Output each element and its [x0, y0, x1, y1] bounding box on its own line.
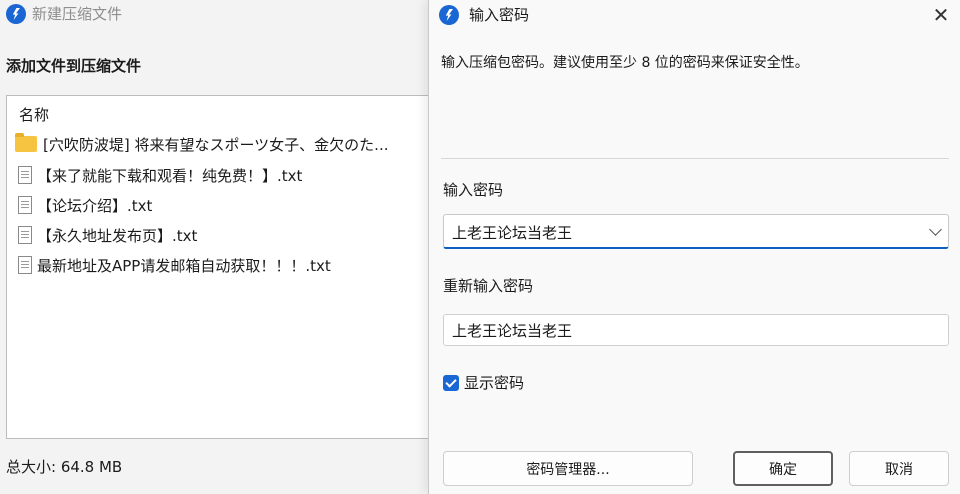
text-file-icon — [18, 256, 32, 274]
password-label: 输入密码 — [443, 181, 504, 199]
show-password-option[interactable]: 显示密码 — [443, 372, 524, 393]
show-password-checkbox[interactable] — [443, 374, 459, 391]
info-text: 输入压缩包密码。建议使用至少 8 位的密码来保证安全性。 — [441, 55, 809, 71]
file-name: 【永久地址发布页】.txt — [37, 226, 198, 245]
text-file-icon — [18, 166, 32, 184]
list-item[interactable]: 【论坛介绍】.txt — [15, 192, 429, 218]
password-dialog: 输入密码 ✕ 输入压缩包密码。建议使用至少 8 位的密码来保证安全性。 输入密码… — [428, 0, 960, 494]
text-file-icon — [18, 196, 32, 214]
password-combobox[interactable]: 上老王论坛当老王 — [443, 214, 949, 249]
app-logo-icon — [439, 5, 459, 25]
confirm-password-input[interactable]: 上老王论坛当老王 — [443, 314, 949, 346]
password-manager-button[interactable]: 密码管理器... — [443, 451, 693, 486]
app-logo-icon — [6, 4, 26, 24]
divider — [441, 158, 949, 159]
text-file-icon — [18, 226, 32, 244]
list-item[interactable]: 最新地址及APP请发邮箱自动获取！！！.txt — [15, 252, 429, 278]
password-value[interactable]: 上老王论坛当老王 — [452, 222, 572, 243]
file-name: 最新地址及APP请发邮箱自动获取！！！.txt — [37, 256, 331, 275]
ok-button[interactable]: 确定 — [733, 451, 833, 486]
total-size-label: 总大小: 64.8 MB — [6, 458, 123, 476]
background-titlebar: 新建压缩文件 — [0, 0, 430, 28]
show-password-label[interactable]: 显示密码 — [464, 372, 524, 393]
chevron-down-icon[interactable] — [929, 223, 942, 236]
close-icon: ✕ — [932, 3, 950, 27]
confirm-password-label: 重新输入密码 — [443, 277, 534, 295]
close-button[interactable]: ✕ — [927, 2, 955, 28]
list-item[interactable]: [穴吹防波堤] 将来有望なスポーツ女子、金欠のた... — [15, 131, 429, 157]
column-header-name[interactable]: 名称 — [19, 104, 49, 125]
confirm-password-value[interactable]: 上老王论坛当老王 — [452, 320, 572, 341]
file-name: 【来了就能下载和观看！纯免费！】.txt — [37, 166, 303, 185]
list-item[interactable]: 【永久地址发布页】.txt — [15, 222, 429, 248]
add-files-heading: 添加文件到压缩文件 — [6, 57, 142, 75]
list-item[interactable]: 【来了就能下载和观看！纯免费！】.txt — [15, 162, 429, 188]
file-name: 【论坛介绍】.txt — [37, 196, 153, 215]
background-window-title: 新建压缩文件 — [32, 5, 123, 23]
cancel-button[interactable]: 取消 — [849, 451, 949, 486]
file-list[interactable]: 名称 [穴吹防波堤] 将来有望なスポーツ女子、金欠のた... 【来了就能下载和观… — [6, 95, 430, 439]
folder-icon — [15, 133, 37, 152]
dialog-title: 输入密码 — [469, 6, 530, 24]
file-name: [穴吹防波堤] 将来有望なスポーツ女子、金欠のた... — [43, 135, 389, 154]
